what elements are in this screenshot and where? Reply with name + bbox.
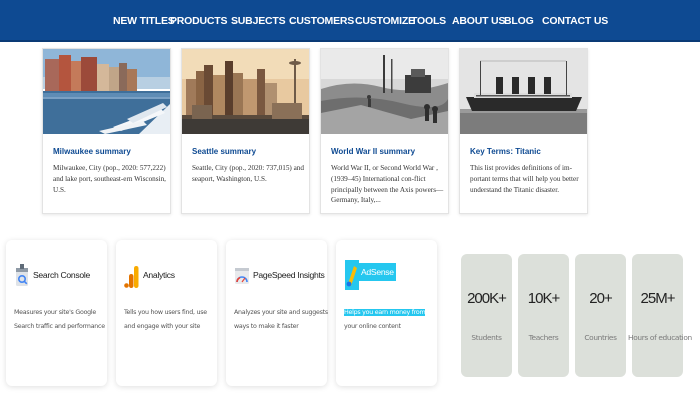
stat-value: 25M+ [640,290,676,307]
nav-item-tools[interactable]: TOOLS [411,0,446,42]
card-title[interactable]: Milwaukee summary [53,147,165,156]
article-card-titanic[interactable]: Key Terms: Titanic This list provides de… [459,48,588,214]
tool-card-adsense[interactable]: AdSense Helps you earn money from your o… [336,240,437,386]
nav-item-subjects[interactable]: SUBJECTS ⌄ [231,0,295,42]
stat-hours: 25M+ Hours of education [628,254,692,377]
tool-description: Measures your site's Google Search traff… [14,309,105,330]
nav-item-contact-us[interactable]: CONTACT US [542,0,608,42]
stat-label: Students [471,333,502,342]
pagespeed-icon [234,262,250,290]
card-title[interactable]: World War II summary [331,147,443,156]
seattle-image [182,49,309,134]
analytics-icon [124,262,140,290]
nav-item-label: CUSTOMERS [289,15,355,27]
nav-item-label: NEW TITLES [113,15,175,27]
tool-name: PageSpeed Insights [253,270,325,280]
nav-item-label: CUSTOMIZE [355,15,415,27]
nav-item-customize[interactable]: CUSTOMIZE [355,0,415,42]
stat-value: 10K+ [527,290,560,307]
nav-item-label: TOOLS [411,15,446,27]
tool-card-pagespeed[interactable]: PageSpeed Insights Analyzes your site an… [226,240,328,386]
stat-label: Hours of education [628,333,692,342]
nav-item-label: SUBJECTS [231,15,286,27]
nav-item-label: ABOUT US [452,15,506,27]
card-description: Seattle, City (pop., 2020: 737,015) and … [192,164,304,183]
tool-description: Tells you how users find, use and engage… [124,309,207,330]
titanic-image [460,49,587,134]
tool-name: Analytics [143,270,175,280]
article-card-milwaukee[interactable]: Milwaukee summary Milwaukee, City (pop.,… [42,48,171,214]
tool-description-rest: your online content [344,323,401,330]
article-card-seattle[interactable]: Seattle summary Seattle, City (pop., 202… [181,48,310,214]
tool-name: AdSense [359,263,396,281]
tool-name: Search Console [33,270,90,280]
stat-countries: 20+ Countries [575,254,626,377]
tool-description: Analyzes your site and suggests ways to … [234,309,328,330]
card-description: This list provides definitions of im-por… [470,164,579,194]
milwaukee-image [43,49,170,134]
card-description: Milwaukee, City (pop., 2020: 577,222) an… [53,164,166,194]
tool-card-analytics[interactable]: Analytics Tells you how users find, use … [116,240,217,386]
nav-item-blog[interactable]: BLOG [504,0,534,42]
card-title[interactable]: Seattle summary [192,147,304,156]
wwii-image [321,49,448,134]
card-title[interactable]: Key Terms: Titanic [470,147,582,156]
stat-students: 200K+ Students [461,254,512,377]
adsense-icon [345,260,359,290]
stat-label: Teachers [528,333,559,342]
article-card-wwii[interactable]: World War II summary World War II, or Se… [320,48,449,214]
stat-label: Countries [584,333,617,342]
nav-item-label: BLOG [504,15,534,27]
stat-teachers: 10K+ Teachers [518,254,569,377]
tool-description: Helps you earn money from your online co… [344,306,438,334]
card-description: World War II, or Second World War , (193… [331,164,444,205]
nav-item-new-titles[interactable]: NEW TITLES [113,0,175,42]
nav-item-about-us[interactable]: ABOUT US [452,0,505,42]
nav-item-label: CONTACT US [542,15,609,27]
search-console-icon [14,262,30,290]
nav-item-customers[interactable]: CUSTOMERS ⌄ [289,0,364,42]
top-navigation-bar: NEW TITLES PRODUCTS ⌄ SUBJECTS ⌄ CUSTOMERS… [0,0,700,42]
stat-value: 200K+ [467,290,507,307]
stat-value: 20+ [589,290,612,307]
nav-item-label: PRODUCTS [170,15,228,27]
tool-card-search-console[interactable]: Search Console Measures your site's Goog… [6,240,107,386]
nav-item-products[interactable]: PRODUCTS ⌄ [170,0,237,42]
tool-description-highlight: Helps you earn money from [344,309,426,316]
